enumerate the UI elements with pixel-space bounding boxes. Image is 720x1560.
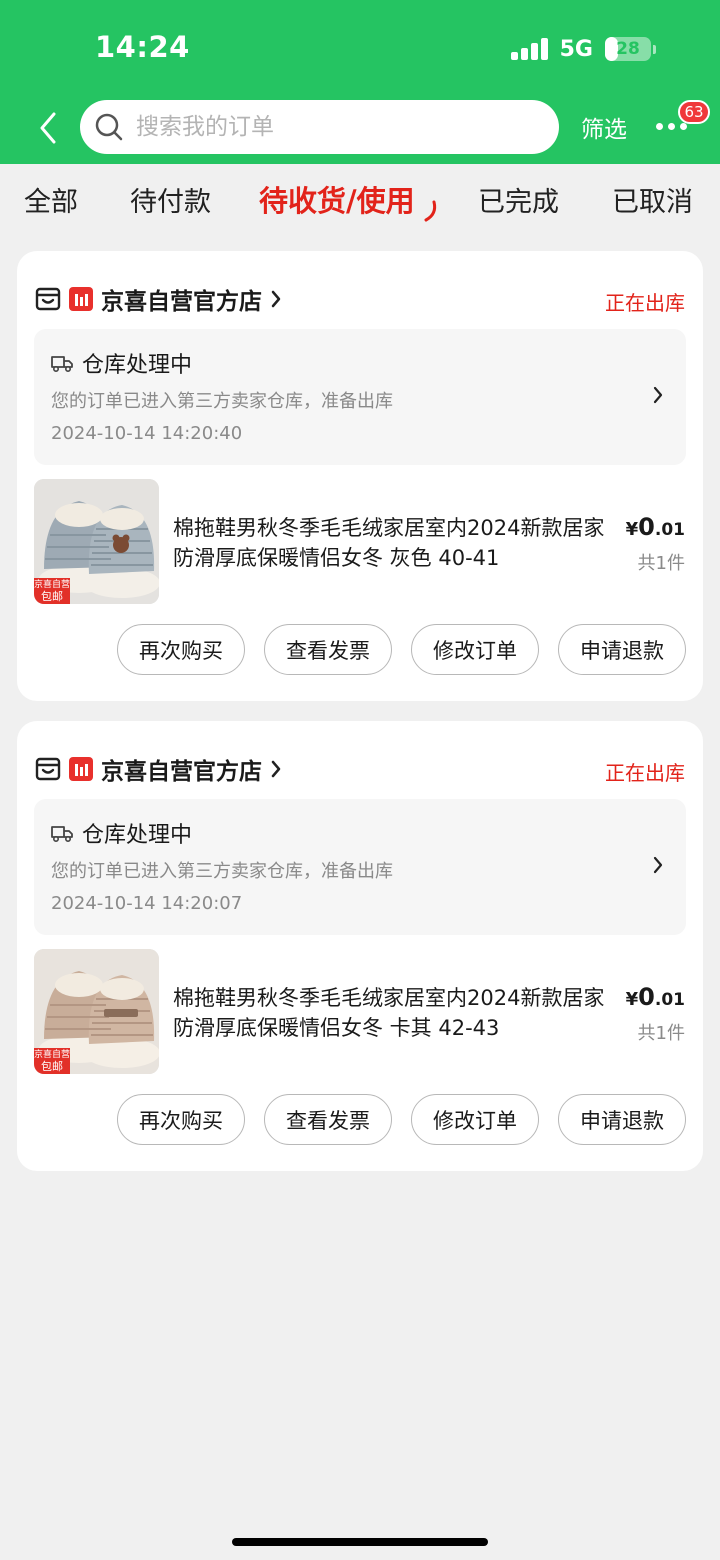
view-invoice-button[interactable]: 查看发票 (264, 1094, 392, 1145)
order-card[interactable]: 京喜自营官方店 正在出库 仓库处理中 您的订单已进入第三方卖家仓库，准备出库 2… (17, 721, 703, 1171)
search-icon (95, 113, 123, 141)
image-tag-bottom: 包邮 (41, 590, 63, 603)
price-currency: ¥ (625, 519, 639, 540)
search-bar[interactable] (80, 100, 559, 154)
tab-all[interactable]: 全部 (24, 180, 78, 219)
price-decimal: .01 (654, 520, 685, 540)
store-icon (35, 287, 61, 311)
store-brand-icon (69, 287, 93, 311)
product-title[interactable]: 棉拖鞋男秋冬季毛毛绒家居室内2024新款居家防滑厚底保暖情侣女冬 卡其 42-4… (173, 983, 613, 1043)
back-button[interactable] (30, 106, 66, 150)
progress-title: 仓库处理中 (82, 823, 193, 848)
chevron-left-icon (40, 112, 56, 144)
product-price: ¥0.01 (626, 983, 685, 1011)
logistics-progress[interactable]: 仓库处理中 您的订单已进入第三方卖家仓库，准备出库 2024-10-14 14:… (34, 329, 686, 465)
buy-again-button[interactable]: 再次购买 (117, 624, 245, 675)
status-indicators: 5G 28 (510, 34, 656, 64)
product-quantity: 共1件 (637, 553, 685, 574)
chevron-right-icon (271, 290, 281, 308)
progress-description: 您的订单已进入第三方卖家仓库，准备出库 (51, 861, 393, 882)
image-tag: 京喜自营 包邮 (34, 1048, 70, 1074)
search-input[interactable] (136, 114, 536, 140)
truck-icon (51, 826, 73, 843)
status-time: 14:24 (95, 30, 190, 64)
price-decimal: .01 (654, 990, 685, 1010)
chevron-right-icon (653, 856, 663, 874)
chevron-right-icon (271, 760, 281, 778)
network-type: 5G (559, 36, 593, 62)
tab-pending-payment[interactable]: 待付款 (130, 180, 211, 219)
store-name: 京喜自营官方店 (101, 289, 262, 315)
order-status: 正在出库 (605, 761, 685, 785)
top-header: 14:24 5G 28 筛选 63 (0, 0, 720, 164)
progress-description: 您的订单已进入第三方卖家仓库，准备出库 (51, 391, 393, 412)
progress-title: 仓库处理中 (82, 353, 193, 378)
active-tab-indicator (424, 200, 437, 222)
price-integer: 0 (638, 513, 655, 541)
battery-icon: 28 (605, 37, 651, 61)
progress-time: 2024-10-14 14:20:07 (51, 893, 243, 914)
truck-icon (51, 356, 73, 373)
store-name: 京喜自营官方店 (101, 759, 262, 785)
battery-tip (653, 44, 656, 54)
request-refund-button[interactable]: 申请退款 (558, 1094, 686, 1145)
modify-order-button[interactable]: 修改订单 (411, 1094, 539, 1145)
filter-button[interactable]: 筛选 (581, 110, 627, 144)
request-refund-button[interactable]: 申请退款 (558, 624, 686, 675)
view-invoice-button[interactable]: 查看发票 (264, 624, 392, 675)
battery-percent: 28 (616, 39, 640, 59)
order-status: 正在出库 (605, 291, 685, 315)
product-image[interactable]: 京喜自营 包邮 (34, 949, 159, 1074)
tab-completed[interactable]: 已完成 (478, 180, 559, 219)
logistics-progress[interactable]: 仓库处理中 您的订单已进入第三方卖家仓库，准备出库 2024-10-14 14:… (34, 799, 686, 935)
product-quantity: 共1件 (637, 1023, 685, 1044)
price-currency: ¥ (625, 989, 639, 1010)
signal-icon (510, 38, 548, 60)
store-header[interactable]: 京喜自营官方店 (35, 755, 282, 785)
product-title[interactable]: 棉拖鞋男秋冬季毛毛绒家居室内2024新款居家防滑厚底保暖情侣女冬 灰色 40-4… (173, 513, 613, 573)
store-icon (35, 757, 61, 781)
tab-pending-receipt[interactable]: 待收货/使用 (259, 178, 415, 220)
home-indicator (232, 1538, 488, 1546)
message-badge: 63 (678, 100, 710, 124)
store-header[interactable]: 京喜自营官方店 (35, 285, 282, 315)
price-integer: 0 (638, 983, 655, 1011)
progress-time: 2024-10-14 14:20:40 (51, 423, 243, 444)
chevron-right-icon (653, 386, 663, 404)
modify-order-button[interactable]: 修改订单 (411, 624, 539, 675)
product-price: ¥0.01 (626, 513, 685, 541)
product-image[interactable]: 京喜自营 包邮 (34, 479, 159, 604)
order-card[interactable]: 京喜自营官方店 正在出库 仓库处理中 您的订单已进入第三方卖家仓库，准备出库 2… (17, 251, 703, 701)
image-tag-bottom: 包邮 (41, 1060, 63, 1073)
order-tabs: 全部 待付款 待收货/使用 已完成 已取消 (0, 164, 720, 236)
store-brand-icon (69, 757, 93, 781)
buy-again-button[interactable]: 再次购买 (117, 1094, 245, 1145)
tab-cancelled[interactable]: 已取消 (612, 180, 693, 219)
image-tag: 京喜自营 包邮 (34, 578, 70, 604)
